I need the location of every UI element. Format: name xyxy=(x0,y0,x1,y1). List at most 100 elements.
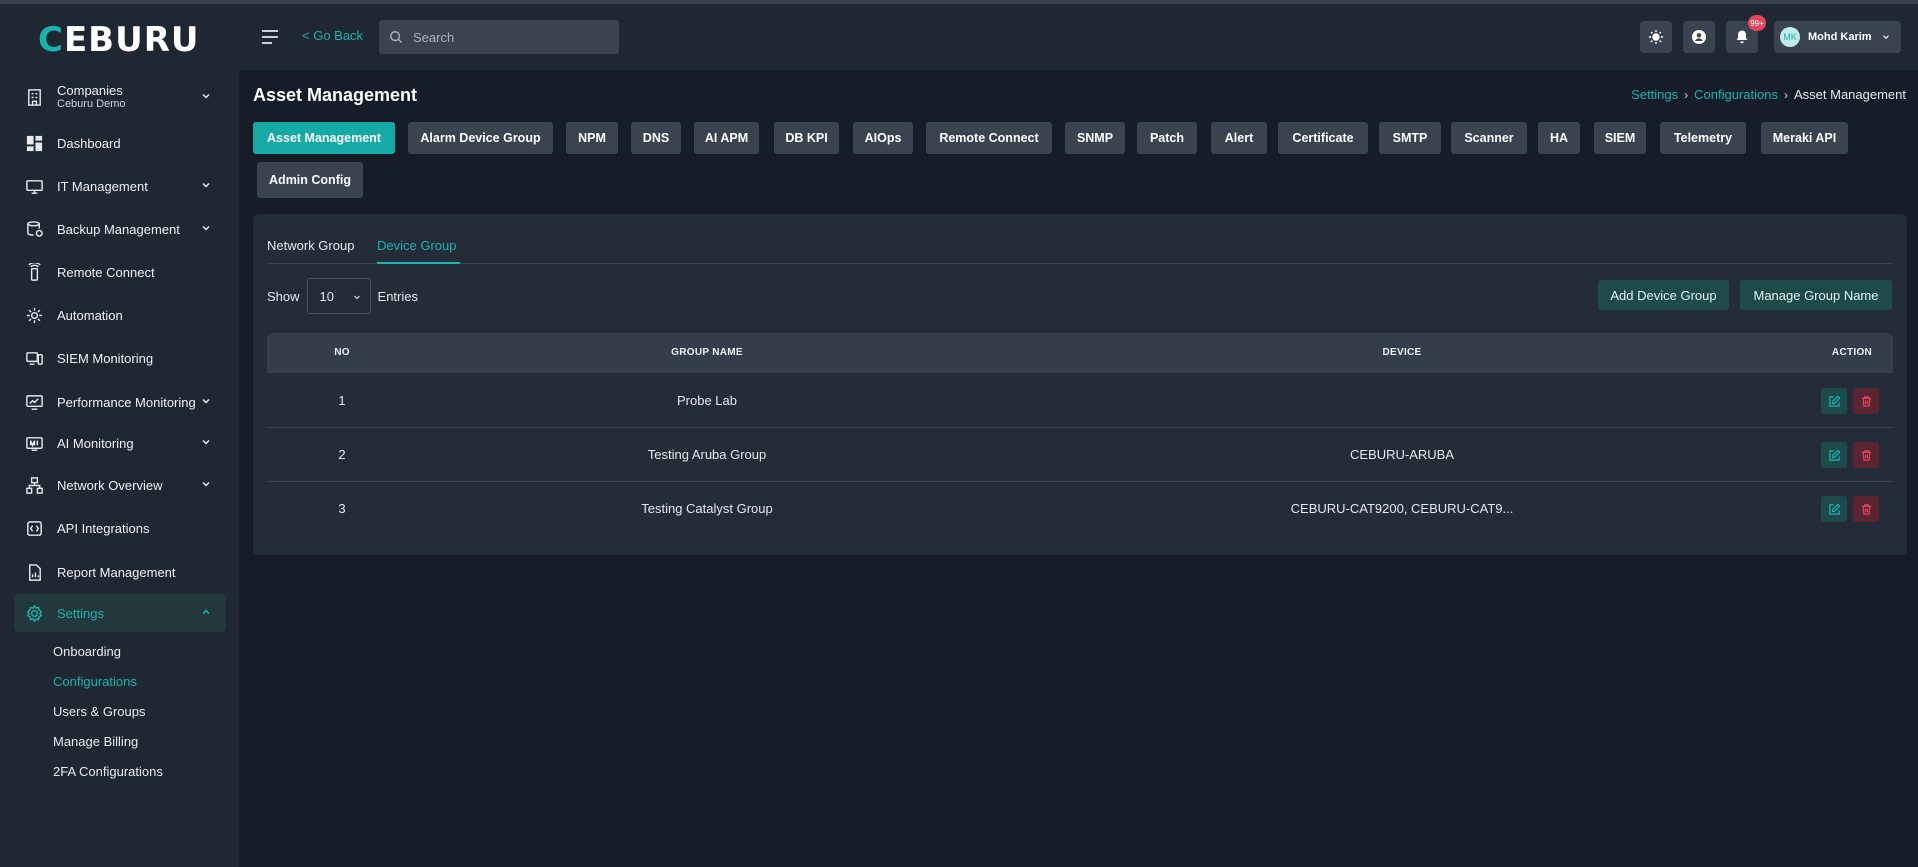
top-header: < Go Back 99+ MK Mohd Karim xyxy=(239,4,1918,70)
theme-toggle-button[interactable] xyxy=(1640,21,1672,53)
entries-select[interactable]: 10 xyxy=(306,278,371,314)
edit-button[interactable] xyxy=(1821,496,1847,522)
tab-dns[interactable]: DNS xyxy=(631,122,681,154)
trash-icon xyxy=(1861,503,1871,515)
ai-monitoring-icon xyxy=(22,431,46,455)
tab-certificate[interactable]: Certificate xyxy=(1278,122,1368,154)
tab-network-group[interactable]: Network Group xyxy=(267,238,354,253)
backup-icon xyxy=(22,217,46,241)
sidebar-item-report-management[interactable]: Report Management xyxy=(14,553,226,591)
chevron-down-icon xyxy=(202,93,210,99)
performance-icon xyxy=(22,390,46,414)
breadcrumb-separator-icon: › xyxy=(1684,87,1689,102)
automation-icon xyxy=(22,303,46,327)
sidebar-item-backup-management[interactable]: Backup Management xyxy=(14,210,226,248)
tab-asset-management[interactable]: Asset Management xyxy=(253,122,395,154)
menu-toggle-icon[interactable] xyxy=(260,28,280,46)
tab-meraki-api[interactable]: Meraki API xyxy=(1761,122,1848,154)
tab-patch[interactable]: Patch xyxy=(1137,122,1197,154)
settings-sub-users-groups[interactable]: Users & Groups xyxy=(53,704,145,719)
sidebar-item-api-integrations[interactable]: API Integrations xyxy=(14,509,226,547)
sidebar-item-remote-connect[interactable]: Remote Connect xyxy=(14,253,226,291)
tab-npm[interactable]: NPM xyxy=(566,122,618,154)
tab-ai-apm[interactable]: AI APM xyxy=(694,122,759,154)
siem-icon xyxy=(22,346,46,370)
breadcrumb-separator-icon: › xyxy=(1783,87,1788,102)
row-group-name: Testing Catalyst Group xyxy=(641,501,773,516)
sidebar: CEBURU Companies Ceburu Demo Dashboard I… xyxy=(0,4,239,867)
chevron-down-icon xyxy=(1883,35,1889,40)
settings-sub-2fa[interactable]: 2FA Configurations xyxy=(53,764,163,779)
tab-db-kpi[interactable]: DB KPI xyxy=(774,122,839,154)
row-no: 2 xyxy=(338,447,346,462)
active-tab-indicator xyxy=(377,262,460,264)
sidebar-item-companies[interactable]: Companies Ceburu Demo xyxy=(14,78,226,116)
delete-button[interactable] xyxy=(1853,388,1879,414)
notification-count-badge: 99+ xyxy=(1748,15,1766,31)
device-group-card: Network Group Device Group Show 10 Entri… xyxy=(253,214,1907,555)
edit-button[interactable] xyxy=(1821,388,1847,414)
sidebar-item-siem-monitoring[interactable]: SIEM Monitoring xyxy=(14,339,226,377)
settings-sub-manage-billing[interactable]: Manage Billing xyxy=(53,734,138,749)
building-icon xyxy=(22,85,46,109)
edit-icon xyxy=(1828,503,1840,515)
breadcrumb-settings[interactable]: Settings xyxy=(1631,87,1678,102)
edit-icon xyxy=(1828,449,1840,461)
delete-button[interactable] xyxy=(1853,442,1879,468)
sidebar-item-performance-monitoring[interactable]: Performance Monitoring xyxy=(14,383,226,421)
profile-button[interactable] xyxy=(1683,21,1715,53)
breadcrumb: Settings › Configurations › Asset Manage… xyxy=(1631,87,1906,102)
breadcrumb-configurations[interactable]: Configurations xyxy=(1694,87,1778,102)
tab-admin-config[interactable]: Admin Config xyxy=(257,162,363,198)
api-icon xyxy=(22,516,46,540)
tab-remote-connect[interactable]: Remote Connect xyxy=(926,122,1052,154)
edit-button[interactable] xyxy=(1821,442,1847,468)
chevron-down-icon xyxy=(202,439,210,445)
page-title: Asset Management xyxy=(253,85,418,105)
sidebar-item-network-overview[interactable]: Network Overview xyxy=(14,466,226,504)
go-back-link[interactable]: < Go Back xyxy=(302,28,363,43)
settings-sub-configurations[interactable]: Configurations xyxy=(53,674,137,689)
chevron-down-icon xyxy=(202,398,210,404)
row-no: 3 xyxy=(338,501,346,516)
sidebar-item-dashboard[interactable]: Dashboard xyxy=(14,124,226,162)
sidebar-item-settings[interactable]: Settings xyxy=(14,594,226,632)
tab-aiops[interactable]: AIOps xyxy=(853,122,913,154)
network-icon xyxy=(22,473,46,497)
add-device-group-button[interactable]: Add Device Group xyxy=(1598,280,1729,310)
search-input[interactable] xyxy=(413,29,593,45)
sidebar-item-ai-monitoring[interactable]: AI Monitoring xyxy=(14,424,226,462)
show-label: Show xyxy=(267,288,300,304)
tab-snmp[interactable]: SNMP xyxy=(1065,122,1125,154)
tab-telemetry[interactable]: Telemetry xyxy=(1660,122,1746,154)
user-menu[interactable]: MK Mohd Karim xyxy=(1774,21,1901,53)
tab-alarm-device-group[interactable]: Alarm Device Group xyxy=(408,122,553,154)
user-name: Mohd Karim xyxy=(1808,31,1872,43)
search-bar[interactable] xyxy=(379,20,619,54)
manage-group-name-button[interactable]: Manage Group Name xyxy=(1740,280,1892,310)
ceburu-logo[interactable]: CEBURU xyxy=(38,20,200,60)
chevron-down-icon xyxy=(353,295,360,300)
tab-ha[interactable]: HA xyxy=(1538,122,1580,154)
tab-siem[interactable]: SIEM xyxy=(1594,122,1646,154)
tab-alert[interactable]: Alert xyxy=(1211,122,1267,154)
entries-label: Entries xyxy=(377,288,418,304)
settings-sub-onboarding[interactable]: Onboarding xyxy=(53,644,121,659)
delete-button[interactable] xyxy=(1853,496,1879,522)
remote-connect-icon xyxy=(22,260,46,284)
group-sub-tabs: Network Group Device Group xyxy=(267,214,1893,264)
report-icon xyxy=(22,560,46,584)
header-device: DEVICE xyxy=(1382,347,1422,358)
tab-scanner[interactable]: Scanner xyxy=(1451,122,1527,154)
tab-smtp[interactable]: SMTP xyxy=(1379,122,1441,154)
sidebar-item-it-management[interactable]: IT Management xyxy=(14,167,226,205)
header-no: NO xyxy=(334,347,350,358)
row-group-name: Probe Lab xyxy=(677,393,737,408)
row-no: 1 xyxy=(338,393,346,408)
trash-icon xyxy=(1861,449,1871,461)
tab-device-group[interactable]: Device Group xyxy=(377,238,456,253)
sidebar-item-automation[interactable]: Automation xyxy=(14,296,226,334)
avatar: MK xyxy=(1780,27,1800,47)
trash-icon xyxy=(1861,395,1871,407)
company-name: Ceburu Demo xyxy=(57,97,126,110)
